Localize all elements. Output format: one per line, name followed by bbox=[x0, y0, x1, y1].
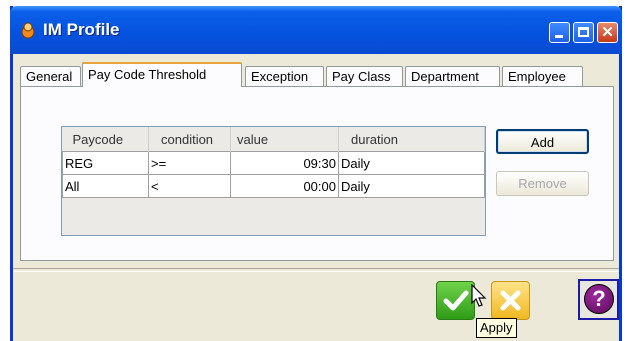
minimize-button[interactable] bbox=[549, 22, 570, 43]
window-title: IM Profile bbox=[43, 20, 120, 39]
tab-employee[interactable]: Employee bbox=[502, 66, 583, 86]
im-profile-window: IM Profile ✕ General Pay Code Threshold … bbox=[10, 6, 622, 341]
checkmark-icon bbox=[443, 290, 469, 311]
title-bar[interactable]: IM Profile ✕ bbox=[10, 6, 622, 54]
tab-pay-code-threshold[interactable]: Pay Code Threshold bbox=[82, 62, 242, 87]
cell-paycode[interactable]: REG bbox=[62, 151, 149, 175]
cell-condition[interactable]: >= bbox=[148, 151, 231, 175]
cell-duration[interactable]: Daily bbox=[338, 174, 485, 198]
tab-pay-class[interactable]: Pay Class bbox=[326, 66, 403, 86]
column-header-duration[interactable]: duration bbox=[338, 127, 485, 152]
divider bbox=[13, 268, 619, 272]
cell-paycode[interactable]: All bbox=[62, 174, 149, 198]
column-header-paycode[interactable]: Paycode bbox=[62, 127, 149, 152]
tab-general[interactable]: General bbox=[20, 66, 81, 86]
close-icon: ✕ bbox=[601, 24, 614, 41]
x-icon bbox=[500, 290, 521, 311]
maximize-button[interactable] bbox=[573, 22, 594, 43]
remove-button[interactable]: Remove bbox=[496, 171, 589, 196]
apply-tooltip: Apply bbox=[476, 318, 517, 338]
cell-condition[interactable]: < bbox=[148, 174, 231, 198]
question-icon: ? bbox=[584, 284, 614, 314]
cancel-button[interactable] bbox=[491, 281, 530, 320]
paycode-threshold-table[interactable]: Paycode condition value duration REG >= … bbox=[61, 126, 486, 236]
add-button[interactable]: Add bbox=[496, 129, 589, 154]
minimize-icon bbox=[555, 35, 563, 38]
tab-exception[interactable]: Exception bbox=[245, 66, 324, 86]
cell-duration[interactable]: Daily bbox=[338, 151, 485, 175]
column-header-value[interactable]: value bbox=[230, 127, 339, 152]
table-row[interactable]: REG >= 09:30 Daily bbox=[62, 151, 485, 175]
maximize-icon bbox=[578, 27, 589, 37]
tab-department[interactable]: Department bbox=[405, 66, 500, 86]
close-button[interactable]: ✕ bbox=[597, 22, 618, 43]
cell-value[interactable]: 09:30 bbox=[230, 151, 339, 175]
table-row[interactable]: All < 00:00 Daily bbox=[62, 174, 485, 198]
column-header-condition[interactable]: condition bbox=[148, 127, 231, 152]
apply-button[interactable] bbox=[436, 281, 475, 320]
mouse-cursor-icon bbox=[471, 284, 487, 307]
table-header-row: Paycode condition value duration bbox=[62, 127, 485, 152]
app-icon bbox=[21, 22, 35, 39]
cell-value[interactable]: 00:00 bbox=[230, 174, 339, 198]
help-button[interactable]: ? bbox=[578, 279, 619, 320]
